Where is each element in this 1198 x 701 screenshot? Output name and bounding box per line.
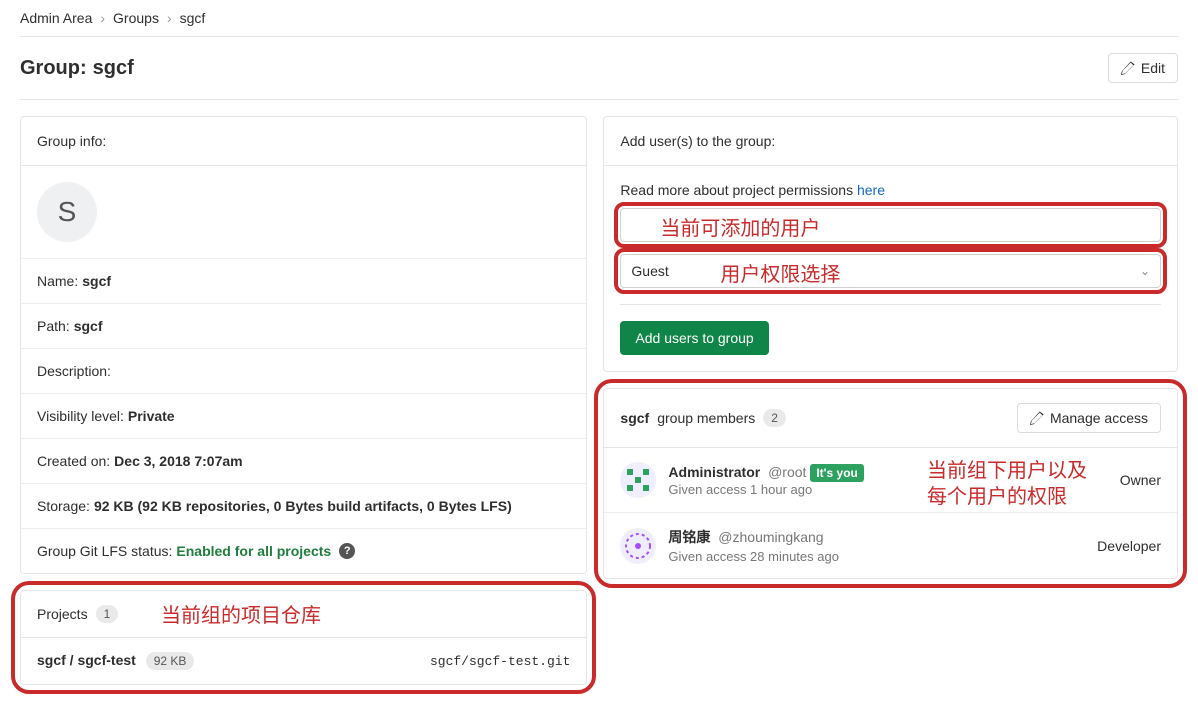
user-search-input[interactable] — [620, 208, 1161, 242]
manage-access-button[interactable]: Manage access — [1017, 403, 1161, 433]
projects-count-badge: 1 — [96, 605, 119, 623]
identicon-icon — [623, 531, 653, 561]
lfs-value-link[interactable]: Enabled for all projects — [176, 543, 331, 559]
add-users-header: Add user(s) to the group: — [604, 117, 1177, 166]
projects-header-label: Projects — [37, 606, 88, 622]
path-label: Path: — [37, 318, 70, 334]
member-row: Administrator @root It's you Given acces… — [604, 448, 1177, 512]
avatar — [620, 462, 656, 498]
created-label: Created on: — [37, 453, 110, 469]
breadcrumb: Admin Area › Groups › sgcf — [20, 0, 1178, 36]
page-title-group: sgcf — [93, 57, 134, 80]
member-handle: @zhoumingkang — [718, 529, 823, 545]
breadcrumb-admin[interactable]: Admin Area — [20, 10, 92, 26]
member-role: Owner — [1120, 472, 1161, 488]
chevron-down-icon: ⌄ — [1140, 264, 1150, 278]
projects-header: Projects 1 当前组的项目仓库 — [21, 591, 586, 638]
visibility-value: Private — [128, 408, 175, 424]
lfs-label: Group Git LFS status: — [37, 543, 172, 559]
member-name[interactable]: 周铭康 — [668, 529, 710, 545]
chevron-right-icon: › — [100, 10, 105, 26]
divider — [20, 99, 1178, 100]
its-you-badge: It's you — [810, 464, 864, 482]
breadcrumb-current[interactable]: sgcf — [180, 10, 206, 26]
members-header: sgcf group members 2 Manage access — [604, 389, 1177, 448]
permissions-text-label: Read more about project permissions — [620, 182, 857, 198]
storage-value: 92 KB (92 KB repositories, 0 Bytes build… — [94, 498, 512, 514]
projects-panel: Projects 1 当前组的项目仓库 sgcf / sgcf-test 92 … — [20, 590, 587, 685]
add-users-button[interactable]: Add users to group — [620, 321, 768, 355]
identicon-icon — [623, 465, 653, 495]
divider — [620, 304, 1161, 305]
member-row: 周铭康 @zhoumingkang Given access 28 minute… — [604, 512, 1177, 578]
path-value: sgcf — [74, 318, 103, 334]
divider — [20, 36, 1178, 37]
role-select[interactable]: Guest ⌄ — [620, 254, 1161, 288]
description-label: Description: — [37, 363, 111, 379]
members-group-name: sgcf — [620, 410, 649, 426]
storage-label: Storage: — [37, 498, 90, 514]
breadcrumb-groups[interactable]: Groups — [113, 10, 159, 26]
project-row[interactable]: sgcf / sgcf-test 92 KB sgcf/sgcf-test.gi… — [21, 638, 586, 684]
group-info-panel: Group info: S Name: sgcf Path: sgcf Desc… — [20, 116, 587, 574]
member-handle: @root — [768, 464, 806, 480]
name-value: sgcf — [82, 273, 111, 289]
members-title-suffix: group members — [657, 410, 755, 426]
page-header: Group: sgcf Edit — [20, 53, 1178, 83]
member-role: Developer — [1097, 538, 1161, 554]
permissions-text: Read more about project permissions here — [620, 182, 1161, 198]
annotation-projects: 当前组的项目仓库 — [161, 599, 321, 628]
add-users-panel: Add user(s) to the group: Read more abou… — [603, 116, 1178, 372]
pencil-icon — [1030, 411, 1044, 425]
role-select-value: Guest — [631, 263, 668, 279]
member-given-access: Given access 28 minutes ago — [668, 549, 1085, 564]
question-icon[interactable]: ? — [339, 543, 355, 559]
manage-access-label: Manage access — [1050, 410, 1148, 426]
page-title-prefix: Group: — [20, 57, 87, 80]
project-git-path: sgcf/sgcf-test.git — [430, 654, 570, 669]
member-given-access: Given access 1 hour ago — [668, 482, 1107, 497]
pencil-icon — [1121, 61, 1135, 75]
edit-button[interactable]: Edit — [1108, 53, 1178, 83]
project-size-badge: 92 KB — [146, 652, 195, 670]
group-info-header: Group info: — [21, 117, 586, 166]
group-avatar: S — [37, 182, 97, 242]
member-name[interactable]: Administrator — [668, 464, 760, 480]
members-panel: sgcf group members 2 Manage access Admin… — [603, 388, 1178, 579]
members-count-badge: 2 — [763, 409, 786, 427]
chevron-right-icon: › — [167, 10, 172, 26]
edit-button-label: Edit — [1141, 60, 1165, 76]
permissions-link[interactable]: here — [857, 182, 885, 198]
project-path: sgcf / sgcf-test — [37, 652, 136, 668]
add-users-button-label: Add users to group — [635, 330, 753, 346]
visibility-label: Visibility level: — [37, 408, 124, 424]
name-label: Name: — [37, 273, 78, 289]
created-value: Dec 3, 2018 7:07am — [114, 453, 242, 469]
avatar — [620, 528, 656, 564]
page-title: Group: sgcf — [20, 57, 134, 80]
